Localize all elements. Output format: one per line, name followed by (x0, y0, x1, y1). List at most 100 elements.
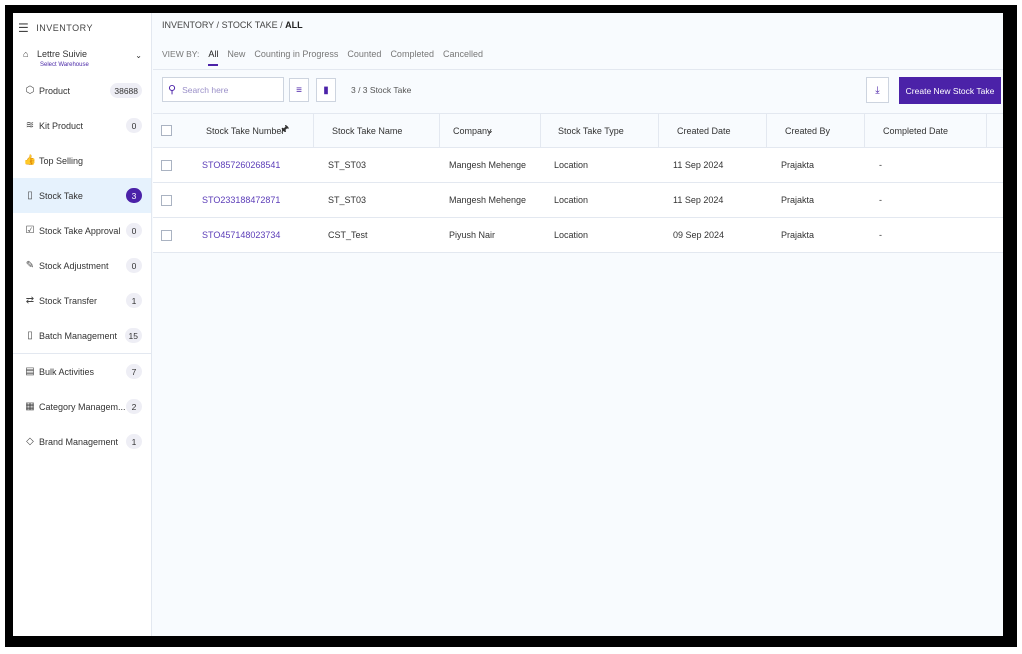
tab-completed[interactable]: Completed (390, 49, 434, 66)
warehouse-icon: ⌂ (23, 49, 29, 59)
sidebar: ☰ INVENTORY ⌂ Lettre Suivie Select Wareh… (13, 13, 152, 636)
row-checkbox[interactable] (161, 229, 172, 241)
pin-icon[interactable]: 🖈 (280, 122, 289, 139)
tag-icon: ◇ (26, 436, 34, 447)
column-divider (658, 114, 659, 148)
download-button[interactable]: ⤓ (866, 77, 889, 103)
layers-icon: ≋ (25, 120, 35, 131)
sidebar-header: ☰ INVENTORY (13, 13, 151, 43)
column-header[interactable]: Stock Take Name (332, 126, 402, 136)
table-cell: Location (554, 230, 589, 240)
tab-new[interactable]: New (227, 49, 245, 66)
column-divider (540, 114, 541, 148)
sidebar-item-kit-product[interactable]: ≋ Kit Product 0 (13, 108, 151, 143)
table-row[interactable]: STO857260268541 ST_ST03 Mangesh Mehenge Loc… (153, 148, 1003, 183)
table-cell: Mangesh Mehenge (449, 160, 527, 170)
sidebar-item-bulk-activities[interactable]: ▤ Bulk Activities 7 (13, 354, 151, 389)
sidebar-item-label: Stock Take (39, 190, 83, 201)
clipboard-icon: ▯ (27, 330, 33, 341)
column-header[interactable]: Completed Date (883, 126, 948, 136)
sidebar-item-stock-take-approval[interactable]: ☑ Stock Take Approval 0 (13, 213, 151, 248)
warehouse-name: Lettre Suivie (37, 49, 88, 59)
sidebar-item-batch-management[interactable]: ▯ Batch Management 15 (13, 318, 151, 353)
column-divider (986, 114, 987, 148)
chevron-down-icon[interactable]: ⌄ (135, 51, 142, 60)
table-cell: 11 Sep 2024 (673, 160, 724, 170)
row-checkbox[interactable] (161, 159, 172, 171)
warehouse-selector[interactable]: ⌂ Lettre Suivie Select Warehouse ⌄ (13, 43, 151, 73)
sidebar-item-label: Kit Product (39, 120, 84, 131)
sidebar-title: INVENTORY (36, 23, 93, 33)
bookmark-button[interactable]: ▮ (316, 78, 336, 102)
box-icon: ⬡ (25, 85, 35, 96)
sidebar-item-label: Stock Transfer (39, 295, 98, 306)
table-cell: Prajakta (781, 230, 815, 240)
column-header[interactable]: Stock Take Number (206, 126, 284, 136)
select-all-checkbox[interactable] (161, 125, 172, 136)
sidebar-item-stock-transfer[interactable]: ⇄ Stock Transfer 1 (13, 283, 151, 318)
search-icon: ⚲ (168, 84, 177, 96)
breadcrumb-stock-take[interactable]: STOCK TAKE (222, 20, 278, 30)
tab-cancelled[interactable]: Cancelled (443, 49, 483, 66)
tab-counting-in-progress[interactable]: Counting in Progress (254, 49, 338, 66)
thumbs-up-icon: 👍 (23, 155, 37, 166)
stock-take-number-link[interactable]: STO857260268541 (202, 160, 280, 170)
column-header[interactable]: Stock Take Type (558, 126, 624, 136)
select-warehouse-link[interactable]: Select Warehouse (40, 62, 89, 68)
table-cell: CST_Test (328, 230, 368, 240)
table-cell: ST_ST03 (328, 195, 367, 205)
result-count: 3 / 3 Stock Take (351, 85, 412, 95)
search-box[interactable]: ⚲ (162, 77, 284, 102)
tab-counted[interactable]: Counted (347, 49, 381, 66)
table-header: Stock Take Number 🖈 Stock Take Name Company… (153, 113, 1003, 148)
column-divider (313, 114, 314, 148)
count-badge: 0 (126, 223, 142, 238)
search-input[interactable] (182, 84, 273, 95)
menu-icon[interactable]: ☰ (18, 21, 29, 35)
filter-button[interactable]: ≡ (289, 78, 309, 102)
sidebar-item-category-managem[interactable]: ▦ Category Managem... 2 (13, 389, 151, 424)
sidebar-item-top-selling[interactable]: 👍 Top Selling (13, 143, 151, 178)
app: ☰ INVENTORY ⌂ Lettre Suivie Select Wareh… (13, 13, 1003, 636)
column-header[interactable]: Created By (785, 126, 830, 136)
sidebar-item-brand-management[interactable]: ◇ Brand Management 1 (13, 424, 151, 459)
sidebar-item-label: Stock Adjustment (39, 260, 109, 271)
sidebar-item-label: Batch Management (39, 330, 118, 341)
breadcrumb-separator: / (216, 20, 220, 30)
breadcrumb-all: ALL (285, 20, 303, 30)
column-header[interactable]: Company (453, 126, 492, 136)
count-badge: 15 (124, 328, 142, 343)
grid-icon: ▦ (25, 401, 35, 412)
table-cell: - (879, 160, 882, 170)
table-cell: Prajakta (781, 195, 815, 205)
clipboard-icon: ▯ (27, 190, 33, 201)
table-row[interactable]: STO233188472871 ST_ST03 Mangesh Mehenge Loc… (153, 183, 1003, 218)
view-by-label: VIEW BY: (162, 49, 200, 59)
column-divider (864, 114, 865, 148)
count-badge: 1 (126, 434, 142, 449)
bookmark-icon: ▮ (323, 84, 329, 96)
count-badge: 38688 (110, 83, 142, 98)
table-cell: Location (554, 195, 589, 205)
sidebar-item-product[interactable]: ⬡ Product 38688 (13, 73, 151, 108)
table-row[interactable]: STO457148023734 CST_Test Piyush Nair Locati… (153, 218, 1003, 253)
tab-all[interactable]: All (208, 49, 219, 66)
table-cell: - (879, 230, 882, 240)
chevron-down-icon[interactable]: ⌄ (487, 126, 494, 135)
row-checkbox[interactable] (161, 194, 172, 206)
table-cell: Prajakta (781, 160, 815, 170)
list-icon: ▤ (25, 366, 35, 377)
stock-take-number-link[interactable]: STO233188472871 (202, 195, 280, 205)
table-cell: ST_ST03 (328, 160, 367, 170)
table-cell: Location (554, 160, 589, 170)
check-square-icon: ☑ (25, 225, 35, 236)
sidebar-item-stock-adjustment[interactable]: ✎ Stock Adjustment 0 (13, 248, 151, 283)
breadcrumb-inventory[interactable]: INVENTORY (162, 20, 214, 30)
column-header[interactable]: Created Date (677, 126, 731, 136)
filter-icon: ≡ (296, 84, 302, 96)
stock-take-number-link[interactable]: STO457148023734 (202, 230, 280, 240)
sidebar-item-stock-take[interactable]: ▯ Stock Take 3 (13, 178, 151, 213)
breadcrumb-separator: / (280, 20, 283, 30)
count-badge: 0 (126, 258, 142, 273)
create-stock-take-button[interactable]: Create New Stock Take (899, 77, 1001, 104)
